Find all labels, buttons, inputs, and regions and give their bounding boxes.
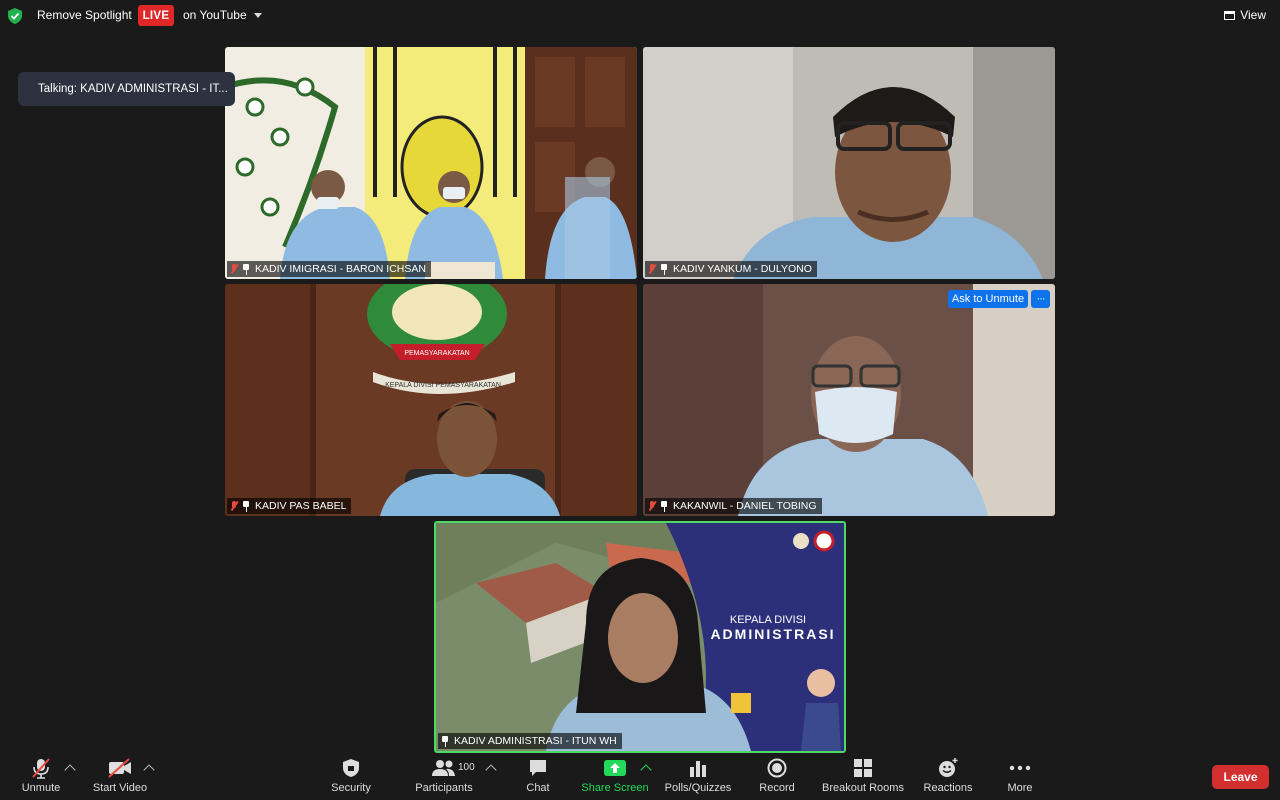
pin-icon: [660, 263, 668, 275]
shield-icon: [337, 757, 365, 779]
participant-name: KAKANWIL - DANIEL TOBING: [673, 500, 817, 512]
polls-quizzes-button[interactable]: Polls/Quizzes: [653, 757, 743, 794]
chevron-down-icon[interactable]: [254, 13, 262, 18]
video-feed-5: KEPALA DIVISI ADMINISTRASI: [436, 523, 844, 751]
top-bar: Remove Spotlight LIVE on YouTube View: [0, 0, 1280, 32]
mic-muted-icon: [230, 501, 238, 511]
live-target-label[interactable]: on YouTube: [183, 8, 247, 22]
chat-bubble-icon: [524, 757, 552, 779]
chat-label: Chat: [526, 782, 550, 794]
participant-name: KADIV YANKUM - DULYONO: [673, 263, 812, 275]
video-tile-5-active-speaker[interactable]: KEPALA DIVISI ADMINISTRASI KADIV ADMINIS…: [434, 521, 846, 753]
start-video-label: Start Video: [92, 782, 148, 794]
video-tile-3[interactable]: PEMASYARAKATAN KEPALA DIVISI PEMASYARAKA…: [225, 284, 637, 516]
video-off-icon: [106, 757, 134, 779]
participant-name: KADIV ADMINISTRASI - ITUN WH: [454, 735, 617, 747]
pin-icon: [242, 263, 250, 275]
breakout-rooms-button[interactable]: Breakout Rooms: [818, 757, 908, 794]
smiley-icon: [934, 757, 962, 779]
video-tile-4[interactable]: KAKANWIL - DANIEL TOBING: [643, 284, 1055, 516]
unmute-button[interactable]: Unmute: [0, 757, 86, 794]
remove-spotlight-button[interactable]: Remove Spotlight: [37, 8, 132, 22]
record-icon: [763, 757, 791, 779]
shield-check-icon[interactable]: [8, 8, 22, 24]
ellipsis-icon: [1006, 757, 1034, 779]
more-button[interactable]: More: [975, 757, 1065, 794]
mic-muted-icon: [648, 501, 656, 511]
participant-name: KADIV PAS BABEL: [255, 500, 347, 512]
record-label: Record: [759, 782, 795, 794]
breakout-rooms-icon: [849, 757, 877, 779]
mic-muted-icon: [230, 264, 238, 274]
banner-line2: ADMINISTRASI: [710, 626, 835, 642]
breakout-rooms-label: Breakout Rooms: [822, 782, 904, 794]
participant-name-tag: KADIV YANKUM - DULYONO: [645, 261, 817, 277]
unmute-label: Unmute: [21, 782, 61, 794]
ask-to-unmute-button[interactable]: Ask to Unmute: [948, 290, 1028, 308]
participants-count: 100: [458, 762, 475, 773]
banner-line1: KEPALA DIVISI: [730, 614, 806, 626]
pin-icon: [441, 735, 449, 747]
view-button[interactable]: View: [1224, 8, 1266, 22]
participant-name-tag: KAKANWIL - DANIEL TOBING: [645, 498, 822, 514]
security-button[interactable]: Security: [306, 757, 396, 794]
video-tile-2[interactable]: KADIV YANKUM - DULYONO: [643, 47, 1055, 279]
record-button[interactable]: Record: [732, 757, 822, 794]
mic-muted-icon: [27, 757, 55, 779]
plaque-top-text: PEMASYARAKATAN: [404, 350, 469, 357]
view-grid-icon: [1224, 10, 1236, 20]
participants-icon: [430, 757, 458, 779]
video-feed-1: [225, 47, 637, 279]
mic-muted-icon: [648, 264, 656, 274]
participant-name-tag: KADIV PAS BABEL: [227, 498, 352, 514]
start-video-button[interactable]: Start Video: [75, 757, 165, 794]
share-screen-label: Share Screen: [581, 782, 649, 794]
video-tile-1[interactable]: KADIV IMIGRASI - BARON ICHSAN: [225, 47, 637, 279]
pin-icon: [242, 500, 250, 512]
live-badge[interactable]: LIVE: [138, 5, 174, 26]
more-label: More: [1007, 782, 1033, 794]
tile-more-options-button[interactable]: ···: [1031, 290, 1050, 308]
reactions-label: Reactions: [923, 782, 973, 794]
share-screen-icon: [601, 757, 629, 779]
video-feed-4: [643, 284, 1055, 516]
bar-chart-icon: [684, 757, 712, 779]
share-screen-button[interactable]: Share Screen: [570, 757, 660, 794]
polls-quizzes-label: Polls/Quizzes: [664, 782, 732, 794]
participants-label: Participants: [415, 782, 473, 794]
participant-name-tag: KADIV IMIGRASI - BARON ICHSAN: [227, 261, 431, 277]
participant-name-tag: KADIV ADMINISTRASI - ITUN WH: [438, 733, 622, 749]
video-feed-2: [643, 47, 1055, 279]
plaque-bottom-text: KEPALA DIVISI PEMASYARAKATAN: [385, 382, 501, 389]
pin-icon: [660, 500, 668, 512]
leave-button[interactable]: Leave: [1212, 765, 1269, 789]
video-feed-3: PEMASYARAKATAN KEPALA DIVISI PEMASYARAKA…: [225, 284, 637, 516]
security-label: Security: [331, 782, 371, 794]
participants-button[interactable]: Participants: [399, 757, 489, 794]
talking-indicator: Talking: KADIV ADMINISTRASI - IT...: [18, 72, 235, 106]
view-label: View: [1240, 8, 1266, 22]
participant-name: KADIV IMIGRASI - BARON ICHSAN: [255, 263, 426, 275]
